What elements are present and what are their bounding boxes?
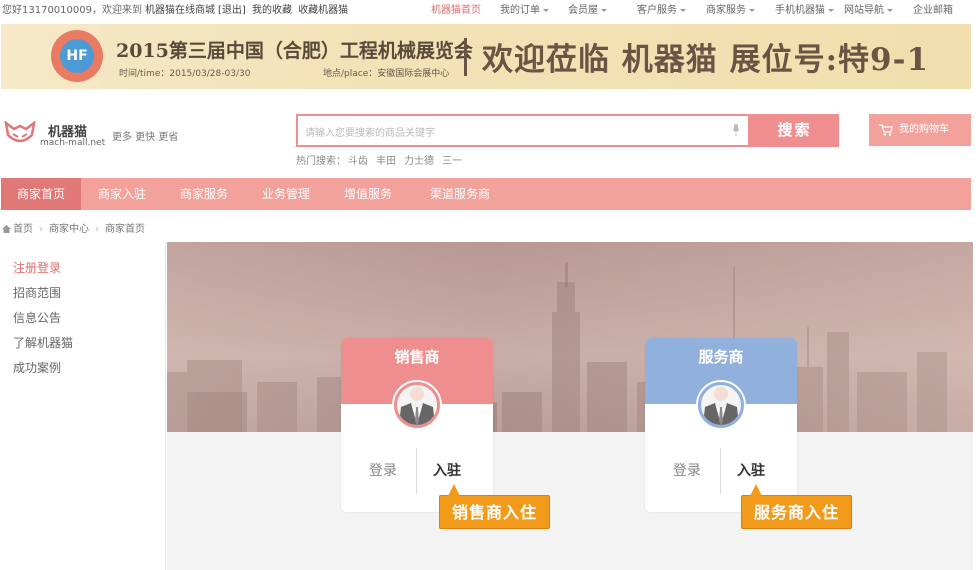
service-provider-card: 服务商 登录 入驻 <box>645 338 797 512</box>
brand-domain: mach-mall.net <box>40 138 106 148</box>
shopping-cart-icon <box>879 124 893 136</box>
site-link[interactable]: 机器猫在线商城 <box>145 5 215 16</box>
tooltip-arrow <box>750 484 762 496</box>
content-area <box>167 432 973 570</box>
cart-label: 我的购物车 <box>899 124 949 135</box>
chevron-down-icon <box>601 8 607 12</box>
seller-avatar <box>392 380 442 430</box>
top-nav-mobile[interactable]: 手机机器猫 <box>775 0 834 22</box>
my-favorites-link[interactable]: 我的收藏 <box>252 5 292 16</box>
sidebar-item-recruitment-scope[interactable]: 招商范围 <box>13 284 61 301</box>
breadcrumb-merchant-center[interactable]: 商家中心 <box>49 224 89 235</box>
service-provider-card-title: 服务商 <box>698 348 744 366</box>
seller-join-tooltip-text: 销售商入住 <box>452 503 538 522</box>
hot-search-term[interactable]: 三一 <box>442 156 462 167</box>
microphone-icon[interactable] <box>732 124 740 136</box>
banner-place: 地点/place：安徽国际会展中心 <box>323 69 450 79</box>
chevron-down-icon <box>749 8 755 12</box>
sidebar: 注册登录 招商范围 信息公告 了解机器猫 成功案例 <box>0 242 166 570</box>
service-provider-join-tooltip[interactable]: 服务商入住 <box>741 484 853 529</box>
seller-join-link[interactable]: 入驻 <box>433 460 461 480</box>
top-nav-orders[interactable]: 我的订单 <box>500 0 549 22</box>
greeting-text: 您好13170010009，欢迎来到 <box>2 5 142 16</box>
search-placeholder: 请输入您要搜索的商品关键字 <box>305 128 435 139</box>
top-nav-merchant-service[interactable]: 商家服务 <box>706 0 755 22</box>
seller-card: 销售商 登录 入驻 <box>341 338 493 512</box>
nav-merchant-join[interactable]: 商家入驻 <box>81 178 163 210</box>
expo-banner[interactable]: HF 2015第三届中国（合肥）工程机械展览会 时间/time：2015/03/… <box>1 24 971 89</box>
home-icon <box>2 225 11 233</box>
hot-search-term[interactable]: 斗齿 <box>348 156 368 167</box>
top-nav-member[interactable]: 会员屋 <box>568 0 607 22</box>
service-provider-login-link[interactable]: 登录 <box>673 460 701 480</box>
banner-divider <box>464 38 467 76</box>
main-nav: 商家首页 商家入驻 商家服务 业务管理 增值服务 渠道服务商 <box>1 178 971 210</box>
service-provider-avatar <box>696 380 746 430</box>
expo-logo-icon: HF <box>51 30 103 82</box>
hero-city-image <box>167 242 973 432</box>
logout-link[interactable]: [退出] <box>218 5 246 16</box>
nav-value-added-service[interactable]: 增值服务 <box>327 178 409 210</box>
top-bar-user-info: 您好13170010009，欢迎来到 机器猫在线商城 [退出] 我的收藏 收藏机器猫 <box>2 0 351 22</box>
chevron-right-icon: › <box>39 224 43 235</box>
bookmark-site-link[interactable]: 收藏机器猫 <box>298 5 348 16</box>
businessman-icon <box>399 387 435 425</box>
cart-button[interactable]: 我的购物车 <box>869 114 971 146</box>
chevron-down-icon <box>828 8 834 12</box>
banner-time: 时间/time：2015/03/28-03/30 <box>119 69 251 79</box>
sidebar-item-register-login[interactable]: 注册登录 <box>13 259 61 276</box>
search-button[interactable]: 搜索 <box>750 114 839 147</box>
nav-channel-service[interactable]: 渠道服务商 <box>409 178 511 210</box>
top-nav-site-map[interactable]: 网站导航 <box>844 0 893 22</box>
sidebar-item-announcements[interactable]: 信息公告 <box>13 309 61 326</box>
hot-search-term[interactable]: 力士德 <box>404 156 434 167</box>
nav-merchant-service[interactable]: 商家服务 <box>163 178 245 210</box>
nav-merchant-home[interactable]: 商家首页 <box>1 178 81 210</box>
nav-business-management[interactable]: 业务管理 <box>245 178 327 210</box>
chevron-down-icon <box>680 8 686 12</box>
service-provider-join-link[interactable]: 入驻 <box>737 460 765 480</box>
brand-slogan: 更多 更快 更省 <box>112 132 179 143</box>
top-nav-home[interactable]: 机器猫首页 <box>431 0 481 22</box>
banner-title: 2015第三届中国（合肥）工程机械展览会 <box>116 40 473 62</box>
card-divider <box>416 448 417 494</box>
seller-card-title: 销售商 <box>394 348 440 366</box>
top-nav-corporate-mail[interactable]: 企业邮箱 <box>913 0 953 22</box>
hot-search-label: 热门搜索： <box>296 156 346 167</box>
top-nav-customer-service[interactable]: 客户服务 <box>637 0 686 22</box>
search-input[interactable]: 请输入您要搜索的商品关键字 <box>296 114 750 147</box>
top-bar: 您好13170010009，欢迎来到 机器猫在线商城 [退出] 我的收藏 收藏机器猫… <box>0 0 979 22</box>
hot-search-term[interactable]: 丰田 <box>376 156 396 167</box>
hot-searches: 热门搜索： 斗齿 丰田 力士德 三一 <box>296 152 470 167</box>
hero-overlay <box>167 242 973 432</box>
businessman-icon <box>703 387 739 425</box>
service-provider-join-tooltip-text: 服务商入住 <box>754 503 840 522</box>
card-divider <box>720 448 721 494</box>
chevron-down-icon <box>887 8 893 12</box>
tooltip-arrow <box>448 484 460 496</box>
sidebar-item-success-cases[interactable]: 成功案例 <box>13 359 61 376</box>
cat-logo-icon <box>4 121 36 143</box>
seller-login-link[interactable]: 登录 <box>369 460 397 480</box>
breadcrumb-home[interactable]: 首页 <box>13 224 33 235</box>
sidebar-item-about[interactable]: 了解机器猫 <box>13 334 73 351</box>
chevron-right-icon: › <box>95 224 99 235</box>
chevron-down-icon <box>543 8 549 12</box>
seller-join-tooltip[interactable]: 销售商入住 <box>439 484 551 529</box>
expo-logo-text: HF <box>60 39 94 73</box>
banner-welcome: 欢迎莅临 机器猫 展位号:特9-1 <box>482 42 930 78</box>
breadcrumb-current: 商家首页 <box>105 224 145 235</box>
breadcrumb: 首页 › 商家中心 › 商家首页 <box>2 220 151 235</box>
